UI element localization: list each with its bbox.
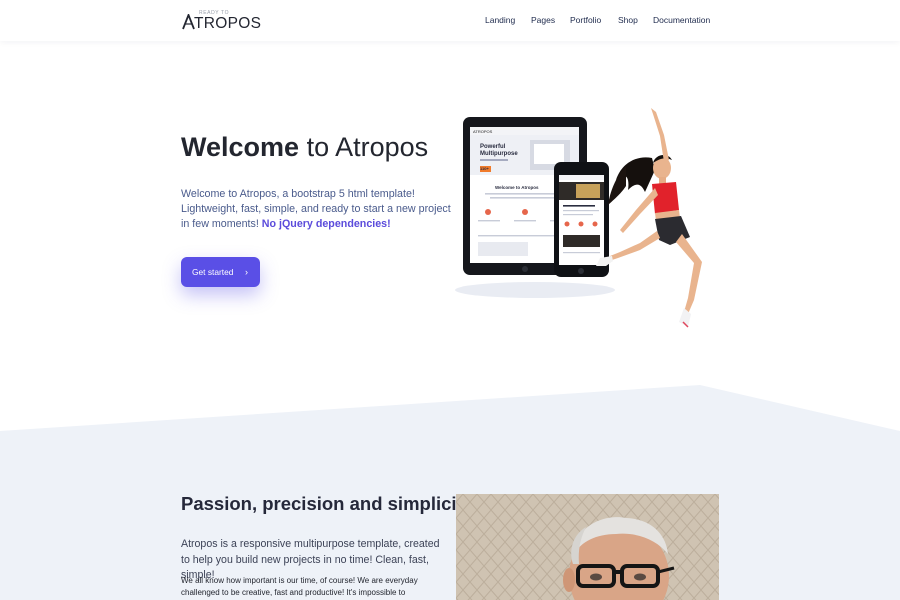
svg-text:Welcome to Atropos: Welcome to Atropos [495, 185, 539, 190]
portrait-image [456, 494, 719, 600]
get-started-label: Get started [192, 267, 234, 277]
nav-shop[interactable]: Shop [618, 15, 638, 25]
hero-title-rest: to Atropos [306, 132, 429, 162]
logo[interactable]: READY TO TROPOS [182, 10, 261, 32]
section2-body: We all know how important is our time, o… [181, 576, 418, 597]
logo-wordmark: TROPOS [194, 15, 262, 32]
hero-text-strong: No jQuery dependencies! [261, 218, 391, 231]
nav-portfolio[interactable]: Portfolio [570, 15, 601, 25]
nav-landing[interactable]: Landing [485, 15, 515, 25]
svg-text:110+: 110+ [480, 166, 489, 171]
navbar: READY TO TROPOS Landing Pages Portfolio … [0, 0, 900, 41]
mockup-logo: ATROPOS [473, 129, 493, 134]
get-started-button[interactable]: Get started › [181, 257, 260, 287]
hero-illustration: ATROPOS Powerful Multipurpose 110+ Welco… [455, 108, 702, 328]
hero-title-bold: Welcome [181, 132, 300, 162]
jumping-woman-image [596, 108, 702, 328]
svg-text:Powerful: Powerful [480, 144, 506, 150]
nav-documentation[interactable]: Documentation [653, 15, 710, 25]
chevron-right-icon: › [245, 267, 248, 277]
hero-title: Welcome to Atropos [181, 132, 428, 163]
nav-pages[interactable]: Pages [531, 15, 555, 25]
section2-title: Passion, precision and simplicity [181, 493, 473, 514]
svg-text:Multipurpose: Multipurpose [480, 151, 518, 157]
hero-text: Welcome to Atropos, a bootstrap 5 html t… [181, 187, 461, 233]
